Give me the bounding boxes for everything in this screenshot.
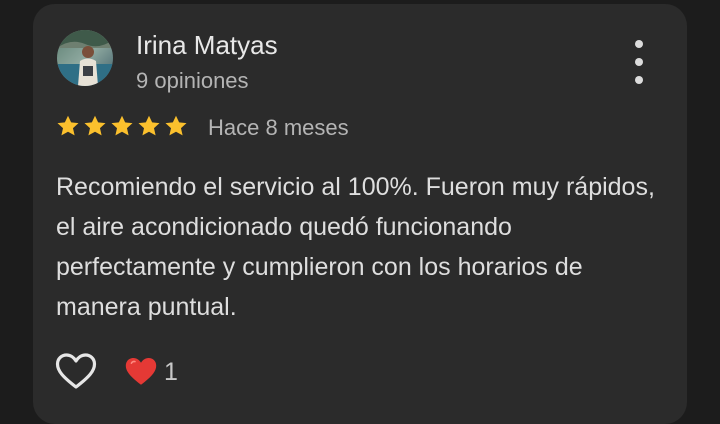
red-heart-icon [125,358,157,385]
author-avatar[interactable] [57,30,113,86]
more-vert-icon-dot [635,58,643,66]
more-options-button[interactable] [629,40,649,84]
star-icon [138,115,160,136]
avatar-image [57,30,113,86]
author-review-count[interactable]: 9 opiniones [136,66,249,96]
star-icon [165,115,187,136]
more-vert-icon-dot [635,76,643,84]
like-button[interactable] [55,352,97,392]
star-icon [84,115,106,136]
heart-outline-icon [55,353,97,389]
star-rating [55,113,189,139]
review-card: Irina Matyas 9 opiniones Hace 8 meses Re… [33,4,687,424]
star-icon [57,115,79,136]
reaction-summary[interactable]: 1 [124,356,178,388]
reaction-count: 1 [164,358,178,386]
author-name[interactable]: Irina Matyas [136,29,278,61]
star-icon [111,115,133,136]
more-vert-icon [635,40,643,48]
review-date: Hace 8 meses [208,115,349,140]
review-text: Recomiendo el servicio al 100%. Fueron m… [56,173,655,321]
